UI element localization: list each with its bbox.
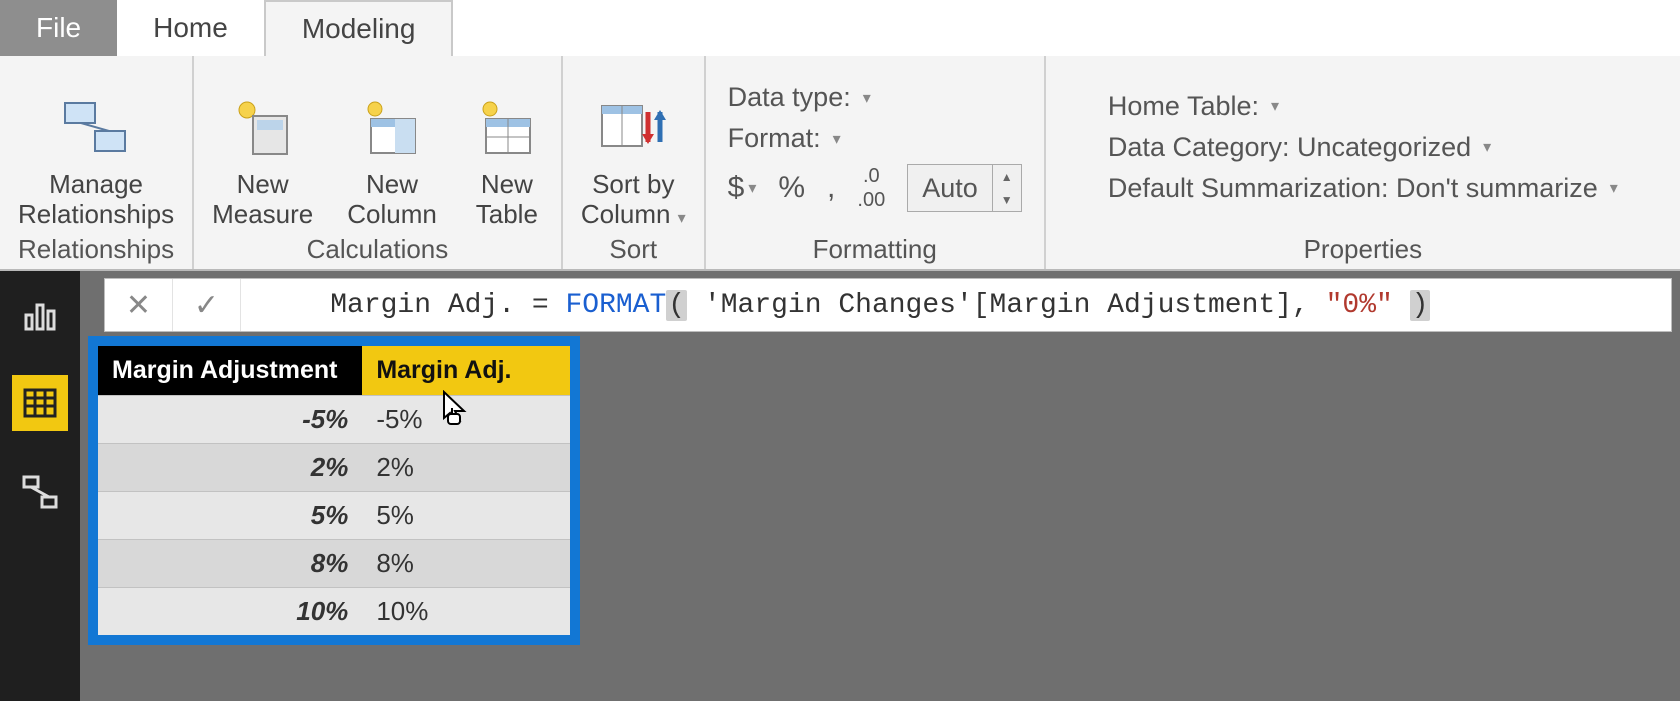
table-row[interactable]: 5% 5%: [98, 492, 570, 540]
cell: 8%: [362, 540, 570, 588]
column-header-margin-adjustment[interactable]: Margin Adjustment: [98, 346, 362, 396]
table-row[interactable]: 2% 2%: [98, 444, 570, 492]
new-measure-icon: [227, 92, 299, 164]
cell: 10%: [362, 588, 570, 636]
cell: 5%: [362, 492, 570, 540]
ribbon-tab-row: File Home Modeling: [0, 0, 1680, 56]
table-row[interactable]: -5% -5%: [98, 396, 570, 444]
formula-cancel-button[interactable]: ✕: [105, 279, 173, 331]
decimal-places-value: Auto: [908, 173, 992, 204]
relationships-icon: [60, 92, 132, 164]
new-column-label: New Column: [347, 170, 437, 230]
data-view-button[interactable]: [12, 375, 68, 431]
chevron-down-icon: ▾: [833, 129, 841, 149]
currency-format-button[interactable]: $▾: [728, 171, 757, 205]
formula-open-paren: (: [666, 290, 687, 321]
cell: 5%: [98, 492, 362, 540]
manage-relationships-button[interactable]: Manage Relationships: [14, 88, 178, 230]
home-table-label: Home Table:: [1108, 91, 1259, 122]
format-dropdown[interactable]: Format: ▾: [728, 123, 841, 154]
thousands-separator-button[interactable]: ,: [827, 171, 835, 205]
table-row[interactable]: 10% 10%: [98, 588, 570, 636]
data-category-label: Data Category: Uncategorized: [1108, 132, 1471, 163]
ribbon-group-sort: Sort by Column ▾ Sort: [563, 56, 706, 269]
column-header-margin-adj[interactable]: Margin Adj.: [362, 346, 570, 396]
default-summarization-label: Default Summarization: Don't summarize: [1108, 173, 1598, 204]
ribbon: Manage Relationships Relationships New M…: [0, 56, 1680, 271]
formula-lhs: Margin Adj. =: [330, 290, 565, 321]
format-label: Format:: [728, 123, 821, 154]
data-grid[interactable]: Margin Adjustment Margin Adj. -5% -5% 2%…: [88, 336, 580, 645]
ribbon-group-calculations: New Measure New Column: [194, 56, 563, 269]
formula-close-paren: ): [1410, 290, 1431, 321]
sort-icon: [597, 92, 669, 164]
new-table-icon: [471, 92, 543, 164]
decimal-up-button[interactable]: ▲: [993, 165, 1021, 188]
formula-string: "0%": [1326, 290, 1393, 321]
model-view-button[interactable]: [12, 465, 68, 521]
home-table-dropdown[interactable]: Home Table: ▾: [1108, 91, 1279, 122]
view-switcher-rail: [0, 271, 80, 701]
tab-home[interactable]: Home: [117, 0, 264, 56]
chevron-down-icon: ▾: [748, 178, 756, 198]
chevron-down-icon: ▾: [678, 210, 686, 227]
table-row[interactable]: 8% 8%: [98, 540, 570, 588]
sort-by-column-label: Sort by Column ▾: [581, 170, 686, 230]
cell: 2%: [98, 444, 362, 492]
ribbon-group-properties: Home Table: ▾ Data Category: Uncategoriz…: [1046, 56, 1680, 269]
cell: 8%: [98, 540, 362, 588]
formula-function: FORMAT: [565, 290, 666, 321]
relationships-group-label: Relationships: [18, 230, 174, 265]
tab-modeling[interactable]: Modeling: [264, 0, 454, 56]
data-type-dropdown[interactable]: Data type: ▾: [728, 82, 871, 113]
cell: -5%: [362, 396, 570, 444]
decimal-places-auto-stepper[interactable]: Auto ▲ ▼: [907, 164, 1022, 212]
sort-by-column-button[interactable]: Sort by Column ▾: [577, 88, 690, 230]
data-type-label: Data type:: [728, 82, 851, 113]
ribbon-group-formatting: Data type: ▾ Format: ▾ $▾ % , .0.00 Auto: [706, 56, 1046, 269]
cell: -5%: [98, 396, 362, 444]
cell: 10%: [98, 588, 362, 636]
percent-format-button[interactable]: %: [778, 171, 805, 205]
new-table-label: New Table: [476, 170, 538, 230]
new-measure-label: New Measure: [212, 170, 313, 230]
new-column-button[interactable]: New Column: [343, 88, 441, 230]
data-category-dropdown[interactable]: Data Category: Uncategorized ▾: [1108, 132, 1491, 163]
manage-relationships-label: Manage Relationships: [18, 170, 174, 230]
chevron-down-icon: ▾: [1271, 96, 1279, 116]
report-view-button[interactable]: [12, 285, 68, 341]
chevron-down-icon: ▾: [863, 88, 871, 108]
cell: 2%: [362, 444, 570, 492]
new-measure-button[interactable]: New Measure: [208, 88, 317, 230]
ribbon-group-relationships: Manage Relationships Relationships: [0, 56, 194, 269]
tab-file[interactable]: File: [0, 0, 117, 56]
formula-arg1: 'Margin Changes'[Margin Adjustment],: [687, 290, 1326, 321]
data-canvas: Margin Adjustment Margin Adj. -5% -5% 2%…: [80, 332, 1680, 701]
chevron-down-icon: ▾: [1610, 178, 1618, 198]
chevron-down-icon: ▾: [1483, 137, 1491, 157]
default-summarization-dropdown[interactable]: Default Summarization: Don't summarize ▾: [1108, 173, 1618, 204]
new-column-icon: [356, 92, 428, 164]
decimal-places-icon: .0.00: [857, 166, 885, 210]
new-table-button[interactable]: New Table: [467, 88, 547, 230]
formula-bar: ✕ ✓ Margin Adj. = FORMAT( 'Margin Change…: [104, 278, 1672, 332]
formula-commit-button[interactable]: ✓: [173, 279, 241, 331]
decimal-down-button[interactable]: ▼: [993, 188, 1021, 211]
